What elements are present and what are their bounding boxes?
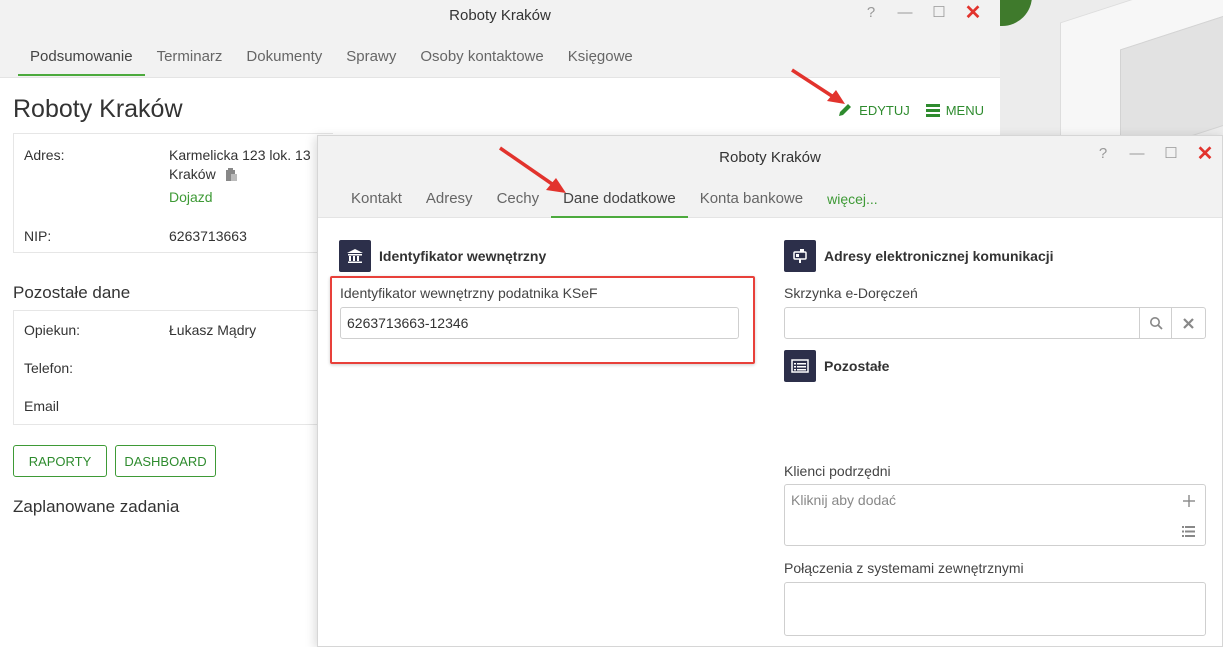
arrow-to-edit [791,68,845,104]
annotation-arrows [499,68,845,193]
arrow-to-tab [499,146,566,193]
